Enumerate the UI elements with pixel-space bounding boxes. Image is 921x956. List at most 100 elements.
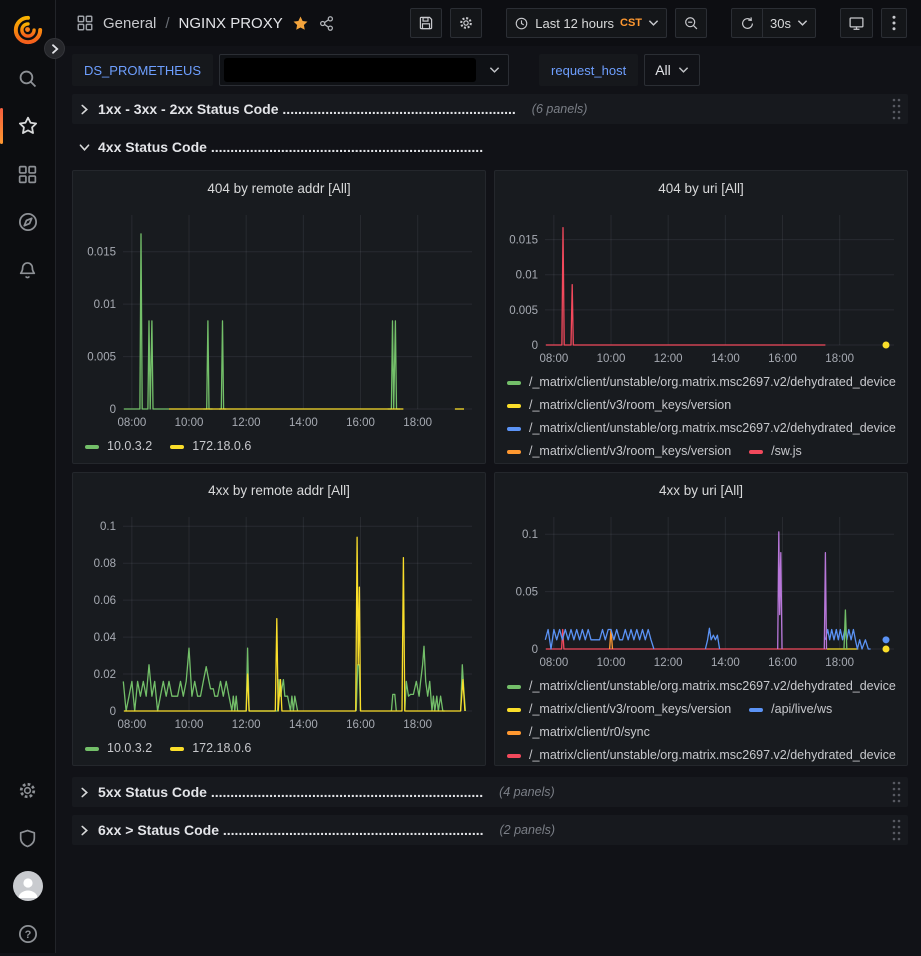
sidebar-item-server-admin[interactable] (0, 816, 55, 860)
row-1xx-3xx-2xx[interactable]: 1xx - 3xx - 2xx Status Code ............… (72, 94, 908, 124)
legend-swatch (507, 450, 521, 454)
legend-label: /_matrix/client/unstable/org.matrix.msc2… (529, 421, 896, 436)
legend-swatch (507, 685, 521, 689)
request-host-select[interactable]: All (644, 54, 700, 86)
row-panel-count: (6 panels) (532, 102, 588, 116)
breadcrumb-dashboard-title[interactable]: NGINX PROXY (179, 15, 283, 32)
app-header: General / NGINX PROXY (56, 0, 921, 46)
svg-text:18:00: 18:00 (403, 719, 432, 731)
legend-item[interactable]: /_matrix/client/unstable/org.matrix.msc2… (507, 679, 896, 694)
chart-canvas[interactable]: 08:0010:0012:0014:0016:0018:0000.0050.01… (505, 215, 897, 369)
legend: 10.0.3.2 172.18.0.6 (83, 439, 475, 454)
legend-label: 172.18.0.6 (192, 439, 251, 454)
person-icon (13, 871, 43, 901)
svg-text:0.06: 0.06 (94, 595, 116, 607)
chevron-right-icon (76, 784, 92, 800)
row-6xx[interactable]: 6xx > Status Code ......................… (72, 815, 908, 845)
svg-text:0: 0 (532, 644, 538, 656)
legend-swatch (85, 747, 99, 751)
refresh-button[interactable] (731, 8, 763, 38)
datasource-variable-label: DS_PROMETHEUS (72, 54, 213, 86)
legend-item[interactable]: 172.18.0.6 (170, 741, 251, 756)
svg-text:10:00: 10:00 (175, 417, 204, 429)
row-4xx[interactable]: 4xx Status Code ........................… (72, 134, 908, 160)
svg-text:18:00: 18:00 (825, 657, 854, 669)
legend-item[interactable]: /sw.js (749, 444, 802, 459)
legend-swatch (507, 404, 521, 408)
legend-item[interactable]: /_matrix/client/unstable/org.matrix.msc2… (507, 748, 896, 763)
panel-title[interactable]: 4xx by uri [All] (505, 481, 897, 501)
chevron-down-icon (489, 66, 500, 74)
gear-icon (458, 15, 474, 31)
row-title: 1xx - 3xx - 2xx Status Code ............… (98, 101, 516, 117)
zoom-out-time-button[interactable] (675, 8, 707, 38)
svg-text:0.005: 0.005 (87, 352, 116, 364)
share-icon[interactable] (318, 15, 335, 32)
sidebar-item-starred[interactable] (0, 104, 55, 148)
row-5xx[interactable]: 5xx Status Code ........................… (72, 777, 908, 807)
more-options-button[interactable] (881, 8, 907, 38)
sidebar-item-explore[interactable] (0, 200, 55, 244)
panel-4xx-by-uri: 4xx by uri [All] 08:0010:0012:0014:0016:… (494, 472, 908, 766)
request-host-variable-label: request_host (539, 54, 638, 86)
legend-swatch (170, 445, 184, 449)
row-drag-handle[interactable] (891, 780, 902, 804)
panel-title[interactable]: 4xx by remote addr [All] (83, 481, 475, 501)
refresh-interval-label: 30s (770, 16, 791, 31)
monitor-icon (848, 15, 865, 32)
row-drag-handle[interactable] (891, 818, 902, 842)
panel-title[interactable]: 404 by uri [All] (505, 179, 897, 199)
legend-item[interactable]: /_matrix/client/unstable/org.matrix.msc2… (507, 421, 896, 436)
chart-canvas[interactable]: 08:0010:0012:0014:0016:0018:0000.050.1 (505, 517, 897, 673)
legend-item[interactable]: /_matrix/client/v3/room_keys/version (507, 444, 731, 459)
legend-item[interactable]: /_matrix/client/v3/room_keys/version (507, 702, 731, 717)
legend-item[interactable]: 10.0.3.2 (85, 439, 152, 454)
save-dashboard-button[interactable] (410, 8, 442, 38)
sidebar-item-dashboards[interactable] (0, 152, 55, 196)
dashboard-content: 1xx - 3xx - 2xx Status Code ............… (72, 94, 908, 845)
legend-label: 10.0.3.2 (107, 741, 152, 756)
row-drag-handle[interactable] (891, 97, 902, 121)
legend-item[interactable]: /_matrix/client/v3/room_keys/version (507, 398, 731, 413)
chart-canvas[interactable]: 08:0010:0012:0014:0016:0018:0000.0050.01… (83, 215, 475, 433)
breadcrumb-section[interactable]: General (103, 15, 156, 32)
row-title: 5xx Status Code ........................… (98, 784, 483, 800)
svg-text:0.08: 0.08 (94, 558, 116, 570)
legend-item[interactable]: /_matrix/client/r0/sync (507, 725, 650, 740)
legend-swatch (749, 708, 763, 712)
tv-kiosk-button[interactable] (840, 8, 873, 38)
favorite-star-icon[interactable] (292, 15, 309, 32)
compass-icon (17, 211, 39, 233)
chart-canvas[interactable]: 08:0010:0012:0014:0016:0018:0000.020.040… (83, 517, 475, 735)
refresh-interval-select[interactable]: 30s (763, 8, 816, 38)
panel-title[interactable]: 404 by remote addr [All] (83, 179, 475, 199)
legend-label: /sw.js (771, 444, 802, 459)
sidebar-item-profile[interactable] (0, 864, 55, 908)
refresh-icon (740, 16, 755, 31)
sidebar-item-alerting[interactable] (0, 248, 55, 292)
sidebar-item-search[interactable] (0, 56, 55, 100)
legend-swatch (507, 731, 521, 735)
time-range-picker[interactable]: Last 12 hours CST (506, 8, 667, 38)
chevron-down-icon (76, 139, 92, 155)
panel-4xx-by-remote-addr: 4xx by remote addr [All] 08:0010:0012:00… (72, 472, 486, 766)
legend-item[interactable]: /api/live/ws (749, 702, 832, 717)
star-icon (17, 115, 39, 137)
svg-text:08:00: 08:00 (539, 657, 568, 669)
sidebar-item-help[interactable]: ? (0, 912, 55, 956)
sidebar-item-configuration[interactable] (0, 768, 55, 812)
svg-text:0: 0 (532, 340, 538, 352)
legend-label: /_matrix/client/r0/sync (529, 725, 650, 740)
legend-item[interactable]: /_matrix/client/unstable/org.matrix.msc2… (507, 375, 896, 390)
legend-item[interactable]: 172.18.0.6 (170, 439, 251, 454)
shield-icon (17, 828, 38, 849)
sidebar-expand-button[interactable] (44, 38, 65, 59)
svg-text:12:00: 12:00 (654, 657, 683, 669)
svg-text:14:00: 14:00 (711, 657, 740, 669)
legend-item[interactable]: 10.0.3.2 (85, 741, 152, 756)
redacted-datasource-value (224, 58, 476, 82)
svg-text:0.04: 0.04 (94, 632, 117, 644)
legend-label: /_matrix/client/unstable/org.matrix.msc2… (529, 748, 896, 763)
datasource-select[interactable] (219, 54, 509, 86)
dashboard-settings-button[interactable] (450, 8, 482, 38)
